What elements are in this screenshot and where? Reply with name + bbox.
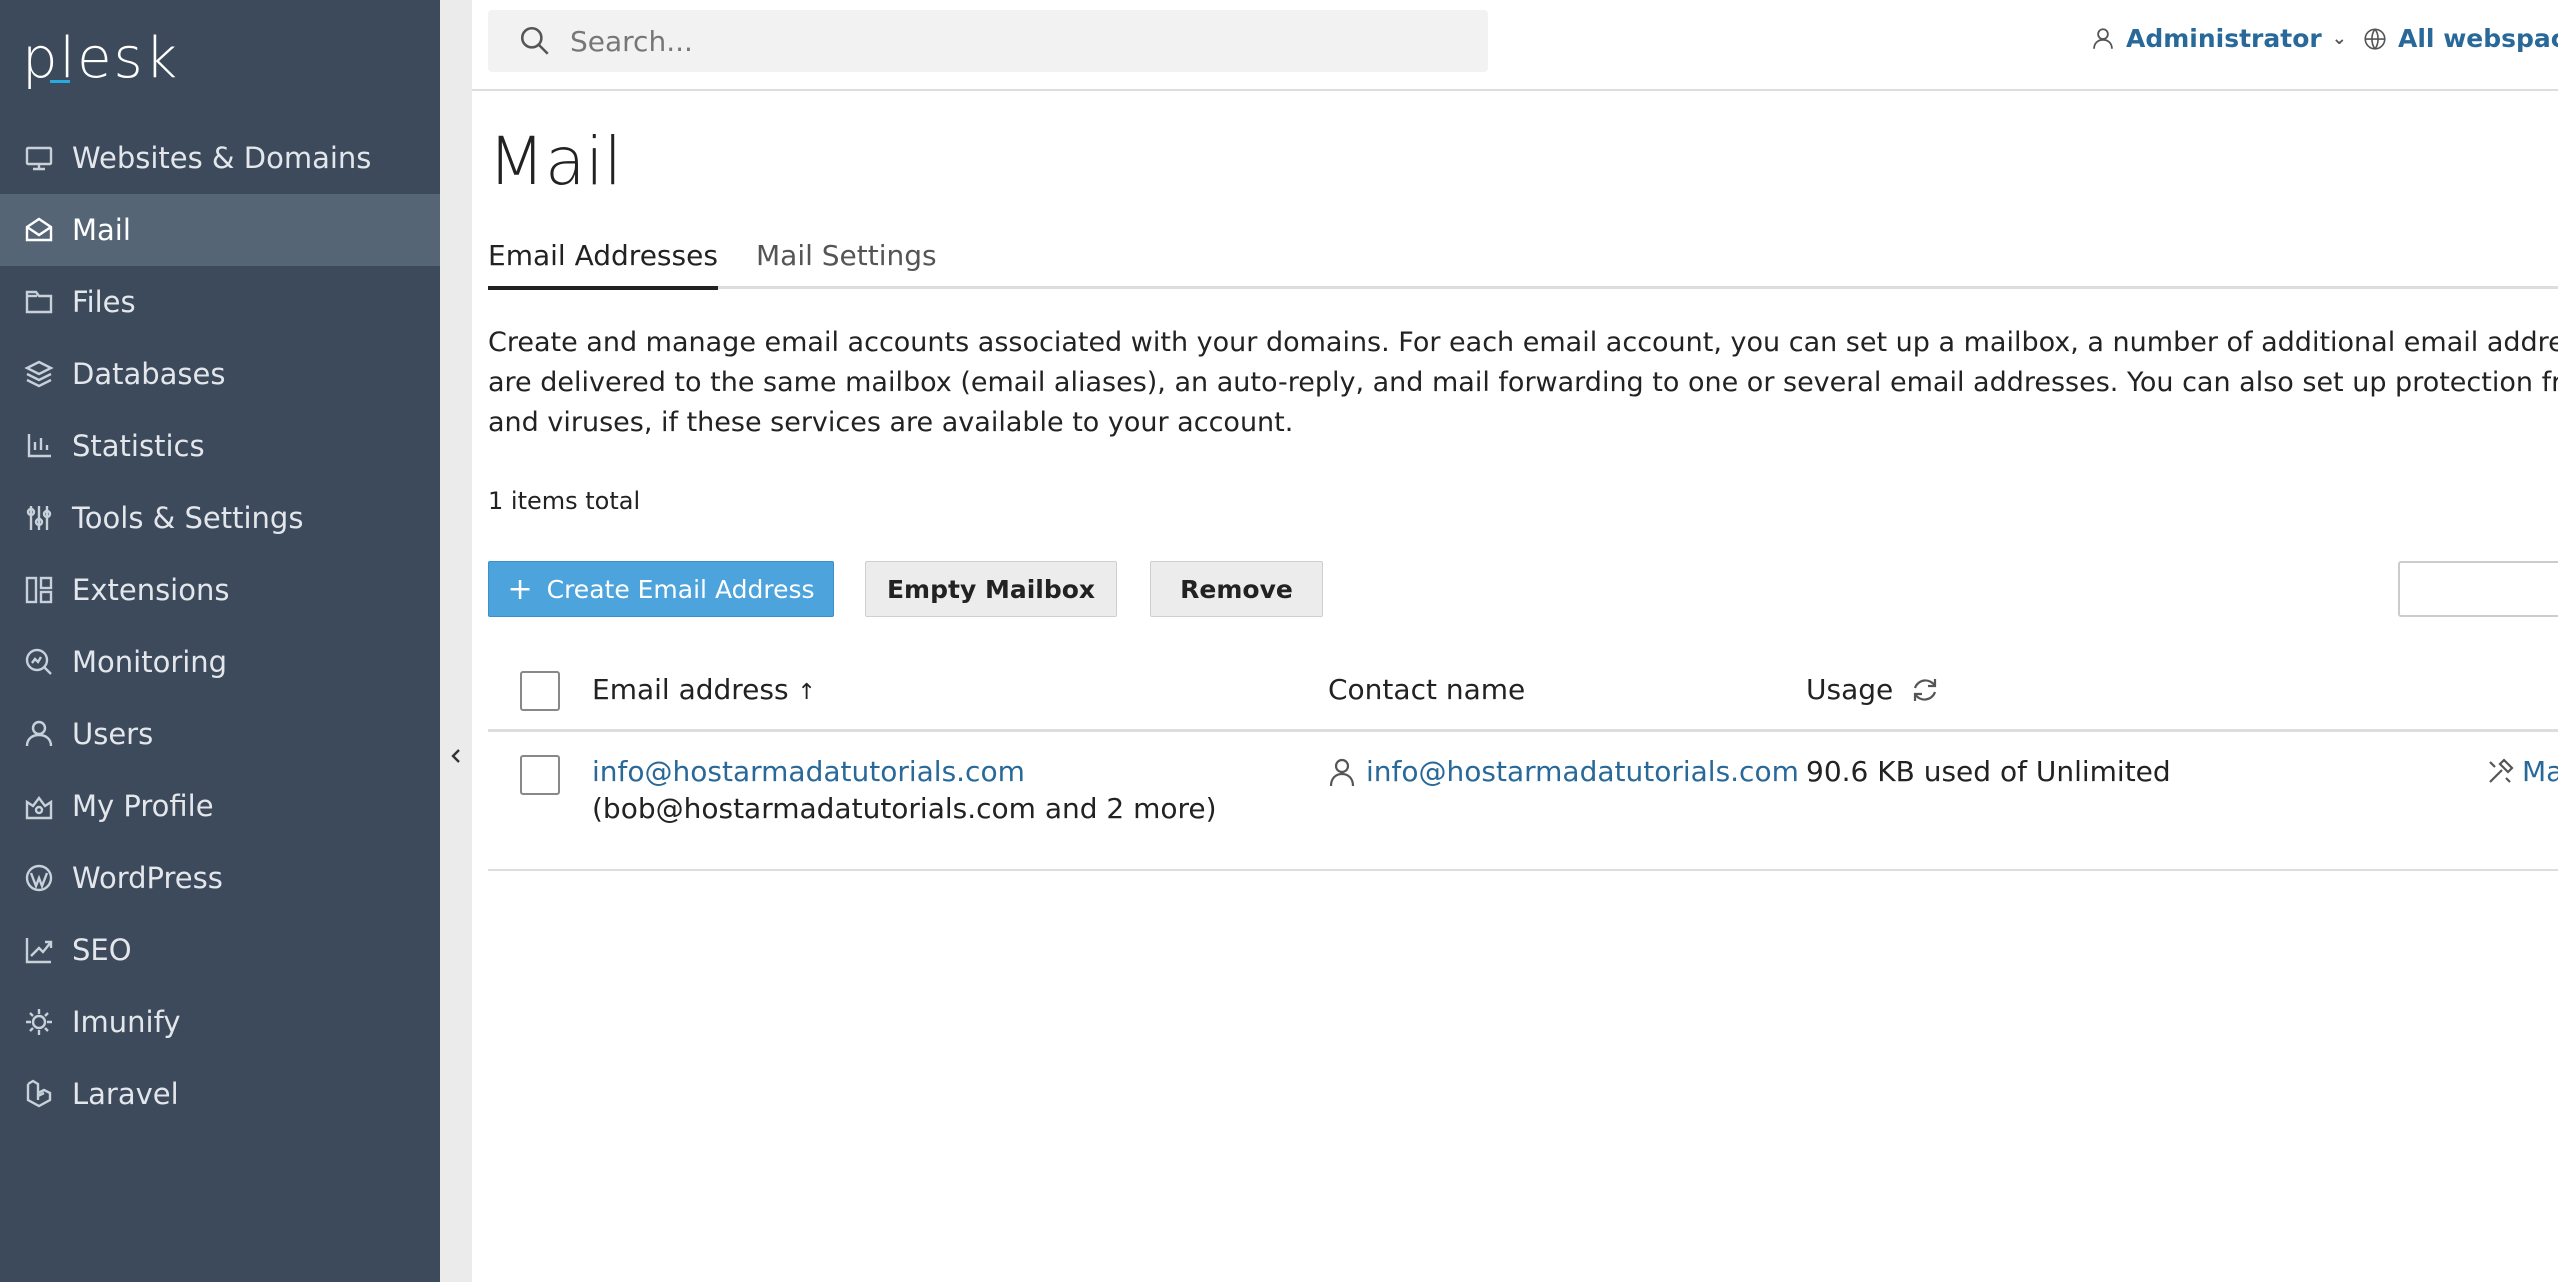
search-icon — [520, 26, 549, 55]
bar-chart-icon — [22, 429, 56, 463]
sidebar-item-websites-domains[interactable]: Websites & Domains — [0, 122, 440, 194]
manage-action[interactable]: Ma — [2486, 755, 2558, 788]
sidebar-item-tools-settings[interactable]: Tools & Settings — [0, 482, 440, 554]
search-input[interactable] — [570, 24, 1450, 58]
mail-icon — [22, 213, 56, 247]
plus-icon: + — [507, 571, 533, 607]
user-menu[interactable]: Administrator ⌄ — [2090, 24, 2347, 53]
plesk-logo[interactable]: plesk — [22, 26, 179, 91]
wordpress-icon — [22, 861, 56, 895]
page-description: Create and manage email accounts associa… — [488, 327, 2558, 438]
chevron-left-icon[interactable] — [446, 740, 466, 772]
email-aliases: (bob@hostarmadatutorials.com and 2 more) — [592, 792, 1217, 825]
chevron-down-icon: ⌄ — [2331, 28, 2347, 49]
sidebar-item-label: Statistics — [72, 429, 205, 463]
sidebar-item-label: Tools & Settings — [72, 501, 304, 535]
sidebar-item-label: My Profile — [72, 789, 214, 823]
gear-shield-icon — [22, 1005, 56, 1039]
sidebar-item-wordpress[interactable]: WordPress — [0, 842, 440, 914]
table-header-divider — [488, 729, 2558, 732]
sidebar-item-laravel[interactable]: Laravel — [0, 1058, 440, 1130]
sidebar-item-label: Users — [72, 717, 154, 751]
sidebar-item-label: Databases — [72, 357, 226, 391]
user-menu-label: Administrator — [2126, 24, 2322, 53]
sidebar-item-label: WordPress — [72, 861, 223, 895]
top-header: Administrator ⌄ All webspaces — [472, 0, 2558, 91]
filter-input[interactable] — [2398, 561, 2558, 617]
contact-cell: info@hostarmadatutorials.com — [1328, 755, 1799, 788]
empty-mailbox-button[interactable]: Empty Mailbox — [865, 561, 1117, 617]
sidebar-item-users[interactable]: Users — [0, 698, 440, 770]
column-header-email[interactable]: Email address ↑ — [592, 673, 816, 706]
table-row-divider — [488, 869, 2558, 871]
logo-accent — [50, 80, 70, 83]
sidebar-collapse-gutter[interactable] — [440, 0, 472, 1282]
sidebar-item-label: SEO — [72, 933, 132, 967]
sidebar-item-label: Extensions — [72, 573, 230, 607]
sidebar-item-label: Monitoring — [72, 645, 228, 679]
manage-link[interactable]: Ma — [2522, 755, 2558, 788]
refresh-icon[interactable] — [1909, 674, 1941, 706]
sort-ascending-icon: ↑ — [797, 680, 816, 705]
webspaces-label: All webspaces — [2398, 24, 2558, 53]
email-address-link[interactable]: info@hostarmadatutorials.com — [592, 755, 1217, 788]
search-bar[interactable] — [488, 10, 1488, 72]
folder-icon — [22, 285, 56, 319]
tab-mail-settings[interactable]: Mail Settings — [756, 239, 937, 289]
globe-icon — [2364, 27, 2386, 50]
items-total: 1 items total — [488, 487, 641, 515]
tab-bar: Email Addresses Mail Settings — [488, 239, 2558, 290]
column-header-email-label: Email address — [592, 673, 789, 706]
magnifier-chart-icon — [22, 645, 56, 679]
page-title: Mail — [488, 123, 623, 200]
user-icon — [22, 717, 56, 751]
create-email-address-label: Create Email Address — [546, 574, 815, 604]
webspaces-selector[interactable]: All webspaces — [2362, 24, 2558, 53]
user-icon — [1328, 756, 1356, 788]
usage-cell: 90.6 KB used of Unlimited — [1806, 755, 2171, 788]
trend-icon — [22, 933, 56, 967]
sidebar-item-label: Files — [72, 285, 136, 319]
sidebar-item-my-profile[interactable]: My Profile — [0, 770, 440, 842]
grid-icon — [22, 573, 56, 607]
sidebar-item-seo[interactable]: SEO — [0, 914, 440, 986]
main-content: Mail Email Addresses Mail Settings Creat… — [488, 91, 2558, 1282]
sidebar-item-databases[interactable]: Databases — [0, 338, 440, 410]
sidebar-nav: Websites & Domains Mail Files Databases … — [0, 122, 440, 1130]
layers-icon — [22, 357, 56, 391]
column-header-usage-label: Usage — [1806, 673, 1894, 706]
select-all-checkbox[interactable] — [520, 671, 560, 711]
column-header-contact[interactable]: Contact name — [1328, 673, 1525, 706]
row-checkbox[interactable] — [520, 755, 560, 795]
sidebar-item-statistics[interactable]: Statistics — [0, 410, 440, 482]
sidebar-item-label: Mail — [72, 213, 131, 247]
profile-icon — [22, 789, 56, 823]
laravel-icon — [22, 1077, 56, 1111]
sliders-icon — [22, 501, 56, 535]
sidebar: plesk Websites & Domains Mail Files Data… — [0, 0, 440, 1282]
tab-email-addresses[interactable]: Email Addresses — [488, 239, 718, 290]
sidebar-item-files[interactable]: Files — [0, 266, 440, 338]
column-header-usage[interactable]: Usage — [1806, 673, 1941, 706]
user-icon — [2093, 27, 2113, 49]
sidebar-item-label: Websites & Domains — [72, 141, 372, 175]
tools-icon — [2486, 757, 2514, 786]
sidebar-item-extensions[interactable]: Extensions — [0, 554, 440, 626]
create-email-address-button[interactable]: + Create Email Address — [488, 561, 834, 617]
sidebar-item-imunify[interactable]: Imunify — [0, 986, 440, 1058]
contact-name-link[interactable]: info@hostarmadatutorials.com — [1366, 755, 1799, 788]
sidebar-item-label: Imunify — [72, 1005, 181, 1039]
remove-button[interactable]: Remove — [1150, 561, 1323, 617]
table-row: info@hostarmadatutorials.com (bob@hostar… — [592, 755, 1217, 825]
sidebar-item-mail[interactable]: Mail — [0, 194, 440, 266]
sidebar-item-monitoring[interactable]: Monitoring — [0, 626, 440, 698]
monitor-icon — [22, 141, 56, 175]
sidebar-item-label: Laravel — [72, 1077, 179, 1111]
